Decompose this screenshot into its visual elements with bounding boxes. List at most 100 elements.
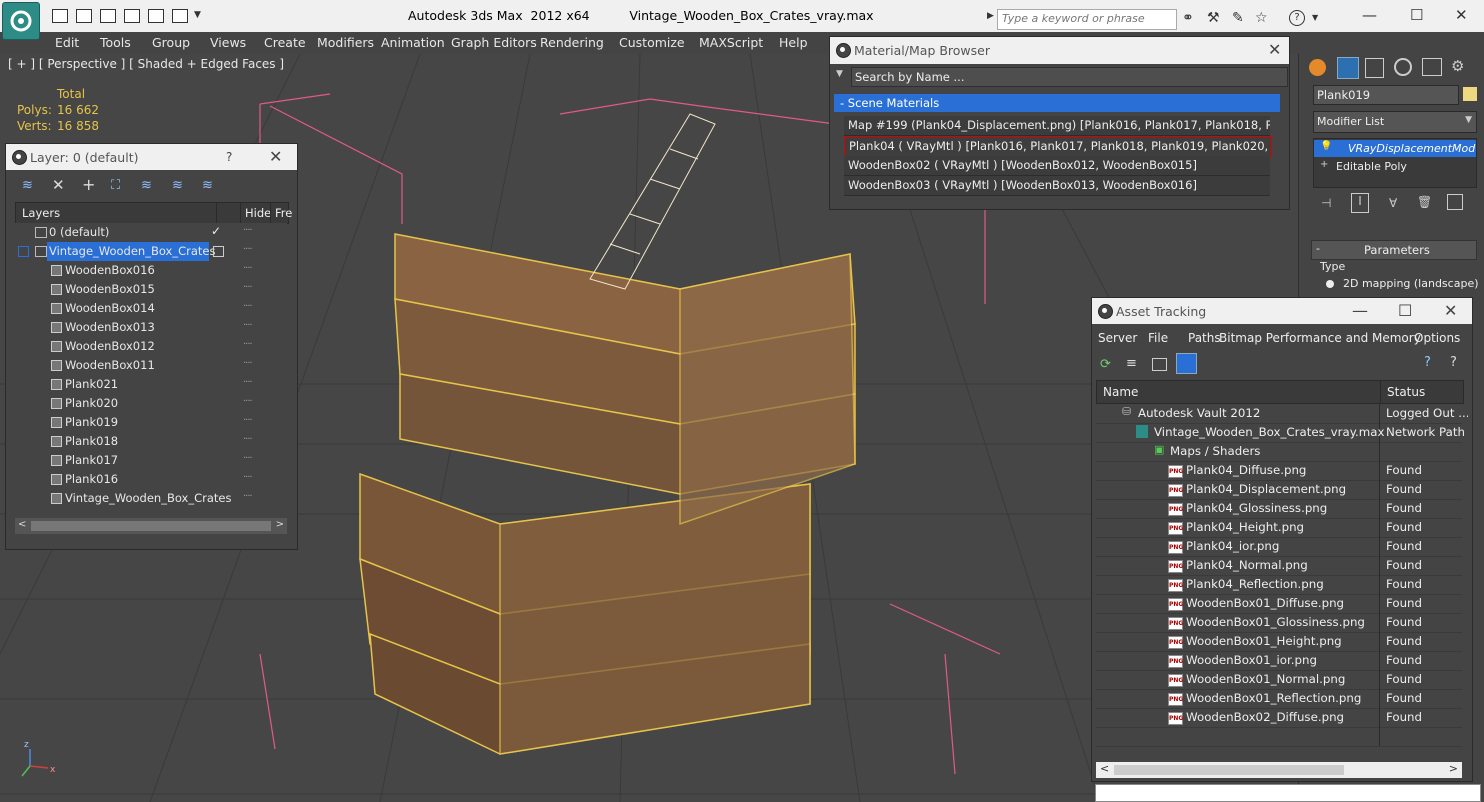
hierarchy-tab-icon[interactable]: [1365, 58, 1384, 78]
menu-create[interactable]: Create: [264, 35, 306, 50]
context-help-icon[interactable]: ?: [1450, 355, 1457, 370]
hide-all-icon[interactable]: ≋: [172, 178, 183, 193]
asset-row[interactable]: PNG Plank04_Height.png Found: [1096, 518, 1462, 538]
refresh-icon[interactable]: ⟳: [1100, 357, 1111, 372]
layer-object-row[interactable]: Plank019 ····: [15, 413, 285, 432]
material-row[interactable]: WoodenBox02 ( VRayMtl ) [WoodenBox012, W…: [844, 156, 1270, 176]
layer-object-row[interactable]: WoodenBox016 ····: [15, 261, 285, 280]
layer-object-row[interactable]: WoodenBox011 ····: [15, 356, 285, 375]
asset-row[interactable]: Vintage_Wooden_Box_Crates_vray.max Networ…: [1096, 423, 1465, 443]
asset-row[interactable]: PNG Plank04_Diffuse.png Found: [1096, 461, 1462, 481]
material-row[interactable]: WoodenBox03 ( VRayMtl ) [WoodenBox013, W…: [844, 176, 1270, 196]
parameters-rollout-header[interactable]: - Parameters: [1311, 240, 1477, 260]
active-layer-check[interactable]: ✓: [211, 224, 221, 238]
expand-icon[interactable]: +: [1320, 159, 1328, 170]
favorites-icon[interactable]: ☆: [1255, 10, 1268, 26]
at-menu-paths[interactable]: Paths: [1188, 331, 1221, 345]
asset-row[interactable]: ⛁ Autodesk Vault 2012 Logged Out ...: [1096, 404, 1468, 424]
asset-tracking-title-bar[interactable]: Asset Tracking — ☐ ✕: [1092, 298, 1472, 324]
layer-object-row[interactable]: WoodenBox015 ····: [15, 280, 285, 299]
help-icon[interactable]: ?: [1289, 10, 1305, 26]
menu-animation[interactable]: Animation: [381, 35, 445, 50]
collapse-icon[interactable]: [18, 246, 29, 257]
material-row-selected[interactable]: Plank04 ( VRayMtl ) [Plank016, Plank017,…: [844, 136, 1272, 157]
make-unique-icon[interactable]: ∀: [1389, 196, 1397, 210]
thumbnail-view-icon[interactable]: [1152, 358, 1167, 371]
column-status[interactable]: Status: [1387, 385, 1425, 399]
minimize-icon[interactable]: —: [1362, 6, 1377, 24]
column-hide[interactable]: Hide: [245, 206, 271, 220]
layer-object-row[interactable]: WoodenBox012 ····: [15, 337, 285, 356]
redo-icon[interactable]: [148, 9, 164, 23]
subscription-icon[interactable]: ⚒: [1207, 10, 1220, 26]
highlight-selected-icon[interactable]: ≋: [141, 178, 152, 193]
close-icon[interactable]: ✕: [1444, 301, 1457, 320]
quick-access-dropdown-icon[interactable]: ▼: [194, 10, 201, 20]
search-expand-icon[interactable]: ▶: [987, 11, 994, 21]
layer-object-row[interactable]: Plank017 ····: [15, 451, 285, 470]
add-to-layer-icon[interactable]: +: [82, 175, 95, 194]
browser-options-icon[interactable]: ▼: [836, 69, 843, 79]
layer-row-default[interactable]: 0 (default) ✓ ····: [15, 223, 285, 242]
open-icon[interactable]: [76, 9, 92, 23]
show-end-result-icon[interactable]: I: [1351, 193, 1369, 213]
material-search-input[interactable]: Search by Name ...: [851, 67, 1288, 87]
asset-row[interactable]: PNG Plank04_ior.png Found: [1096, 537, 1462, 557]
layer-row-vintage-wooden-box-crates[interactable]: Vintage_Wooden_Box_Crates ····: [15, 242, 285, 261]
app-logo-icon[interactable]: [2, 2, 40, 40]
menu-group[interactable]: Group: [152, 35, 190, 50]
current-layer-toggle[interactable]: [213, 246, 224, 257]
material-browser-title-bar[interactable]: Material/Map Browser ✕: [830, 37, 1289, 64]
asset-row[interactable]: PNG WoodenBox01_Normal.png Found: [1096, 670, 1462, 690]
help-icon[interactable]: ?: [1424, 355, 1431, 370]
table-view-icon[interactable]: [1176, 353, 1197, 374]
column-layers[interactable]: Layers: [22, 206, 60, 220]
stack-item-vraydisplacementmod[interactable]: 💡 VRayDisplacementMod: [1314, 140, 1476, 157]
asset-row[interactable]: PNG WoodenBox02_Diffuse.png Found: [1096, 708, 1462, 728]
communication-icon[interactable]: ✎: [1232, 10, 1244, 26]
menu-customize[interactable]: Customize: [619, 35, 685, 50]
menu-maxscript[interactable]: MAXScript: [699, 35, 763, 50]
at-menu-bitmap[interactable]: Bitmap Performance and Memory: [1219, 331, 1421, 345]
asset-row[interactable]: PNG WoodenBox01_Height.png Found: [1096, 632, 1462, 652]
help-button[interactable]: ?: [226, 150, 232, 164]
radio-2d-mapping[interactable]: [1326, 280, 1334, 288]
asset-row[interactable]: PNG Plank04_Displacement.png Found: [1096, 480, 1462, 500]
maximize-icon[interactable]: ☐: [1398, 301, 1412, 320]
layer-object-row[interactable]: Plank018 ····: [15, 432, 285, 451]
column-freeze[interactable]: Fre: [275, 206, 292, 220]
menu-modifiers[interactable]: Modifiers: [317, 35, 374, 50]
display-tab-icon[interactable]: [1422, 58, 1442, 76]
material-row[interactable]: Map #199 (Plank04_Displacement.png) [Pla…: [844, 116, 1270, 136]
asset-row[interactable]: PNG WoodenBox01_Diffuse.png Found: [1096, 594, 1462, 614]
scroll-left-icon[interactable]: <: [1100, 762, 1109, 775]
new-icon[interactable]: [52, 9, 68, 23]
lightbulb-icon[interactable]: 💡: [1320, 141, 1332, 152]
delete-layer-icon[interactable]: ✕: [52, 176, 65, 194]
object-name-field[interactable]: Plank019: [1313, 85, 1459, 105]
maximize-icon[interactable]: ☐: [1410, 6, 1423, 24]
stack-item-editable-poly[interactable]: + Editable Poly: [1314, 158, 1476, 175]
layer-object-row[interactable]: WoodenBox013 ····: [15, 318, 285, 337]
menu-help[interactable]: Help: [779, 35, 808, 50]
at-menu-server[interactable]: Server: [1098, 331, 1137, 345]
at-menu-file[interactable]: File: [1148, 331, 1168, 345]
modify-tab-icon[interactable]: [1337, 57, 1359, 79]
layer-object-row[interactable]: Vintage_Wooden_Box_Crates ····: [15, 489, 285, 508]
motion-tab-icon[interactable]: [1394, 58, 1412, 76]
layer-object-row[interactable]: Plank021 ····: [15, 375, 285, 394]
asset-row[interactable]: PNG Plank04_Normal.png Found: [1096, 556, 1462, 576]
menu-graph-editors[interactable]: Graph Editors: [451, 35, 537, 50]
close-icon[interactable]: ✕: [1455, 6, 1468, 24]
close-icon[interactable]: ✕: [269, 147, 282, 166]
asset-row[interactable]: PNG WoodenBox01_Reflection.png Found: [1096, 689, 1462, 709]
object-color-swatch[interactable]: [1463, 87, 1477, 101]
layer-window-title-bar[interactable]: Layer: 0 (default) ? ✕: [6, 144, 297, 170]
asset-row[interactable]: PNG WoodenBox01_ior.png Found: [1096, 651, 1462, 671]
binoculars-icon[interactable]: ⚭: [1182, 10, 1194, 26]
help-dropdown-icon[interactable]: ▼: [1312, 13, 1318, 22]
menu-rendering[interactable]: Rendering: [540, 35, 604, 50]
list-view-icon[interactable]: ≡: [1126, 356, 1137, 371]
layer-object-row[interactable]: Plank020 ····: [15, 394, 285, 413]
menu-views[interactable]: Views: [210, 35, 246, 50]
